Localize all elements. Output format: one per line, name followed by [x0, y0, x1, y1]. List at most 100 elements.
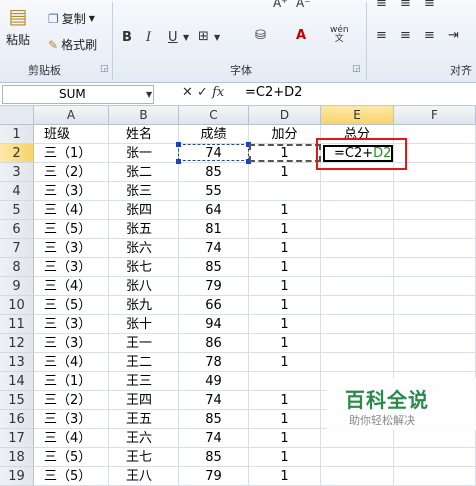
cell-a[interactable]: 三（3）: [34, 258, 109, 277]
font-size-increase-icon[interactable]: A⁺: [273, 0, 288, 10]
align-bottom-icon[interactable]: ≡: [424, 0, 435, 11]
cell-e[interactable]: [321, 353, 394, 372]
row-header[interactable]: 7: [0, 239, 34, 258]
cell-a[interactable]: 三（3）: [34, 410, 109, 429]
column-header-f[interactable]: F: [394, 106, 476, 125]
cell-c[interactable]: 79: [179, 277, 249, 296]
cell-e[interactable]: [321, 277, 394, 296]
border-icon[interactable]: ⊞: [198, 29, 209, 44]
cell-d[interactable]: 1: [249, 163, 321, 182]
cell-b[interactable]: 王六: [109, 429, 179, 448]
cell-f[interactable]: [394, 182, 476, 201]
cell-c[interactable]: 74: [179, 391, 249, 410]
cell-e[interactable]: [321, 201, 394, 220]
cell-d[interactable]: 1: [249, 448, 321, 467]
row-header[interactable]: 6: [0, 220, 34, 239]
cell-d[interactable]: 1: [249, 315, 321, 334]
cell-b[interactable]: 王七: [109, 448, 179, 467]
cell-e[interactable]: [321, 296, 394, 315]
align-left-icon[interactable]: ≡: [376, 28, 387, 43]
row-header[interactable]: 3: [0, 163, 34, 182]
clipboard-launcher-icon[interactable]: ◲: [100, 64, 109, 74]
column-header-a[interactable]: A: [34, 106, 109, 125]
cell-e[interactable]: [321, 239, 394, 258]
cell-b[interactable]: 姓名: [109, 125, 179, 144]
cell-a[interactable]: 三（4）: [34, 353, 109, 372]
row-header[interactable]: 16: [0, 410, 34, 429]
cell-b[interactable]: 张十: [109, 315, 179, 334]
underline-button[interactable]: U: [168, 30, 178, 45]
formula-input[interactable]: =C2+D2: [245, 85, 302, 100]
cell-f[interactable]: [394, 296, 476, 315]
cell-c[interactable]: 74: [179, 239, 249, 258]
cell-a[interactable]: 班级: [34, 125, 109, 144]
underline-dropdown-icon[interactable]: ▼: [183, 33, 189, 42]
cell-a[interactable]: 三（5）: [34, 467, 109, 486]
cell-b[interactable]: 王四: [109, 391, 179, 410]
cell-e[interactable]: [321, 182, 394, 201]
cell-d[interactable]: [249, 182, 321, 201]
cell-d[interactable]: 1: [249, 429, 321, 448]
cell-f[interactable]: [394, 429, 476, 448]
cell-c[interactable]: 成绩: [179, 125, 249, 144]
row-header[interactable]: 1: [0, 125, 34, 144]
align-top-icon[interactable]: ≡: [376, 0, 387, 11]
row-header[interactable]: 18: [0, 448, 34, 467]
cell-b[interactable]: 张二: [109, 163, 179, 182]
format-painter-button[interactable]: ✎ 格式刷: [48, 36, 97, 53]
cell-a[interactable]: 三（3）: [34, 239, 109, 258]
cell-c[interactable]: 79: [179, 467, 249, 486]
cell-d[interactable]: 1: [249, 334, 321, 353]
row-header[interactable]: 2: [0, 144, 34, 163]
cell-c[interactable]: 86: [179, 334, 249, 353]
cell-b[interactable]: 王三: [109, 372, 179, 391]
row-header[interactable]: 4: [0, 182, 34, 201]
cell-d[interactable]: 1: [249, 258, 321, 277]
cell-e[interactable]: [321, 334, 394, 353]
cell-d[interactable]: 1: [249, 353, 321, 372]
cell-e[interactable]: [321, 467, 394, 486]
row-header[interactable]: 10: [0, 296, 34, 315]
cell-a[interactable]: 三（3）: [34, 182, 109, 201]
cell-c[interactable]: 81: [179, 220, 249, 239]
cell-b[interactable]: 张三: [109, 182, 179, 201]
name-box-dropdown-icon[interactable]: ▼: [146, 90, 152, 99]
cell-d[interactable]: 1: [249, 277, 321, 296]
cell-c[interactable]: 94: [179, 315, 249, 334]
cancel-icon[interactable]: ✕: [182, 85, 193, 100]
cell-d[interactable]: 1: [249, 201, 321, 220]
select-all-corner[interactable]: [0, 106, 34, 125]
copy-button[interactable]: ❐ 复制 ▼: [48, 10, 95, 27]
cell-f[interactable]: [394, 258, 476, 277]
cell-a[interactable]: 三（5）: [34, 220, 109, 239]
phonetic-icon[interactable]: wén 文: [330, 26, 349, 44]
cell-d[interactable]: 1: [249, 220, 321, 239]
cell-a[interactable]: 三（5）: [34, 296, 109, 315]
cell-f[interactable]: [394, 334, 476, 353]
cell-c[interactable]: 66: [179, 296, 249, 315]
cell-d[interactable]: 1: [249, 239, 321, 258]
cell-b[interactable]: 王八: [109, 467, 179, 486]
cell-b[interactable]: 王五: [109, 410, 179, 429]
cell-b[interactable]: 张九: [109, 296, 179, 315]
reference-handle[interactable]: [176, 142, 181, 147]
font-launcher-icon[interactable]: ◲: [352, 64, 361, 74]
align-middle-icon[interactable]: ≡: [400, 0, 411, 11]
insert-function-icon[interactable]: fx: [212, 85, 224, 100]
cell-a[interactable]: 三（3）: [34, 334, 109, 353]
column-header-c[interactable]: C: [179, 106, 249, 125]
cell-f[interactable]: [394, 353, 476, 372]
cell-e[interactable]: [321, 448, 394, 467]
cell-a[interactable]: 三（3）: [34, 315, 109, 334]
cell-d[interactable]: 1: [249, 410, 321, 429]
cell-c[interactable]: 64: [179, 201, 249, 220]
cell-b[interactable]: 张七: [109, 258, 179, 277]
row-header[interactable]: 8: [0, 258, 34, 277]
cell-f[interactable]: [394, 315, 476, 334]
cell-f[interactable]: [394, 448, 476, 467]
cell-d[interactable]: 1: [249, 467, 321, 486]
cell-d[interactable]: [249, 372, 321, 391]
paste-button[interactable]: ▤ 粘贴: [6, 4, 30, 48]
column-header-e[interactable]: E: [321, 106, 394, 125]
cell-a[interactable]: 三（4）: [34, 277, 109, 296]
